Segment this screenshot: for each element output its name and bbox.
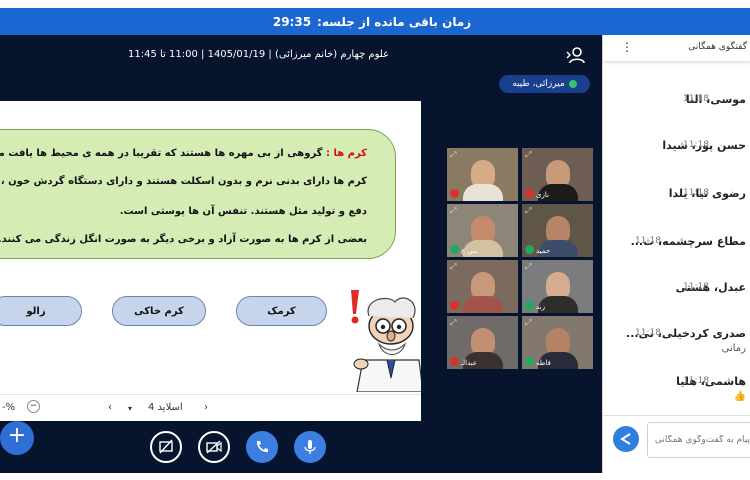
slide-number[interactable]: اسلاید 4 — [148, 402, 183, 413]
slide-navigation-bar: -% − ‹ ▾ اسلاید 4 › — [0, 394, 421, 421]
timer-label: زمان باقی مانده از جلسه: — [317, 14, 472, 29]
send-icon — [620, 433, 631, 445]
app-root: زمان باقی مانده از جلسه: 29:35 علوم چهار… — [0, 0, 750, 480]
definition-bubble: کرم ها : گروهی از بی مهره ها هستند که تق… — [0, 129, 396, 259]
participant-mic-icon — [525, 245, 534, 254]
actions-plus-button[interactable]: + — [0, 421, 34, 455]
participant-name: حمید — [536, 247, 551, 255]
participant-mic-icon — [450, 245, 459, 254]
participant-mic-icon — [525, 357, 534, 366]
top-margin — [0, 0, 750, 8]
participant-name: زند — [536, 303, 546, 311]
chat-message-time: 11:18 — [683, 188, 709, 198]
audio-phone-button[interactable] — [246, 431, 278, 463]
chat-message-time: 11:18 — [683, 94, 709, 104]
next-slide-button[interactable]: ‹ — [108, 402, 112, 413]
presentation-slide: کرم ها : گروهی از بی مهره ها هستند که تق… — [0, 101, 421, 394]
participant-tile[interactable]: ⤢ بتی ع — [447, 204, 518, 257]
participant-name: نازی — [536, 191, 549, 199]
slide-select-chevron-icon[interactable]: ▾ — [128, 404, 132, 413]
camera-off-button[interactable] — [198, 431, 230, 463]
phone-icon — [256, 441, 268, 453]
bottom-margin — [0, 473, 750, 480]
chat-message-time: 11:18 — [683, 282, 709, 292]
mic-active-icon — [568, 80, 577, 88]
microphone-icon — [304, 440, 316, 454]
chat-header: ⋮ گفتگوی همگانی — [603, 35, 750, 61]
public-chat-panel: ⋮ گفتگوی همگانی موسی، النا 11:18 حسن پور، … — [602, 35, 750, 473]
participant-body — [463, 296, 503, 313]
expand-icon[interactable]: ⤢ — [450, 206, 456, 216]
participant-mic-icon — [525, 189, 534, 198]
active-speaker-badge: میرزائی، طیبه — [499, 75, 590, 93]
chat-title: گفتگوی همگانی — [688, 42, 747, 52]
chat-message-time: 11:18 — [635, 236, 661, 246]
chip-pinworm: کرمک — [236, 296, 327, 326]
chat-options-kebab-icon[interactable]: ⋮ — [621, 40, 633, 54]
chat-compose — [603, 415, 750, 463]
participant-mic-icon — [450, 189, 459, 198]
microphone-button[interactable] — [294, 431, 326, 463]
participant-mic-icon — [525, 301, 534, 310]
bubble-line-4: بعضی از کرم ها به صورت آزاد و برخی دیگر … — [0, 234, 367, 245]
expand-icon[interactable]: ⤢ — [450, 150, 456, 160]
meeting-area: علوم چهارم (خانم میرزائی) | 1405/01/19 |… — [0, 35, 602, 473]
bubble-line-1: کرم ها : گروهی از بی مهره ها هستند که تق… — [0, 148, 367, 159]
chat-message-text: 👍 — [733, 391, 746, 402]
participant-name: فاطه — [536, 359, 551, 367]
participant-tile[interactable]: ⤢ عبدالـ — [447, 316, 518, 369]
chat-message-input[interactable] — [647, 422, 750, 458]
participant-mic-icon — [450, 357, 459, 366]
participant-tile[interactable]: ⤢ زند — [522, 260, 593, 313]
participant-tile[interactable]: ⤢ نازی — [522, 148, 593, 201]
send-message-button[interactable] — [613, 426, 639, 452]
keyword-worms: کرم ها : — [325, 148, 367, 159]
chat-message-time: 11:18 — [683, 376, 709, 386]
expand-icon[interactable]: ⤢ — [525, 206, 531, 216]
chip-leech: زالو — [0, 296, 82, 326]
expand-icon[interactable]: ⤢ — [525, 150, 531, 160]
participant-tile[interactable]: ⤢ فاطه — [522, 316, 593, 369]
professor-illustration — [351, 290, 421, 392]
participant-video-grid: ⤢ نازی ⤢ ⤢ حمید ⤢ بتی ع ⤢ زند ⤢ ⤢ فاطه ⤢ عبدالـ — [447, 148, 593, 370]
zoom-out-button[interactable]: − — [27, 400, 40, 413]
participant-tile[interactable]: ⤢ حمید — [522, 204, 593, 257]
bubble-line-3: دفع و تولید مثل هستند. تنفس آن ها پوستی … — [119, 206, 367, 217]
participant-name: عبدالـ — [461, 359, 478, 367]
timer-value: 29:35 — [272, 14, 312, 29]
bubble-line-2: کرم ها دارای بدنی نرم و بدون اسکلت هستند… — [0, 176, 367, 187]
session-title: علوم چهارم (خانم میرزائی) | 1405/01/19 |… — [128, 49, 390, 60]
zoom-level: -% — [2, 402, 16, 413]
expand-icon[interactable]: ⤢ — [525, 262, 531, 272]
participant-tile[interactable]: ⤢ — [447, 260, 518, 313]
previous-slide-button[interactable]: › — [204, 402, 208, 413]
session-timer-bar: زمان باقی مانده از جلسه: 29:35 — [0, 8, 750, 35]
users-icon[interactable] — [566, 46, 586, 64]
expand-icon[interactable]: ⤢ — [450, 262, 456, 272]
active-speaker-name: میرزائی، طیبه — [512, 79, 565, 89]
screen-share-off-button[interactable] — [150, 431, 182, 463]
expand-icon[interactable]: ⤢ — [450, 318, 456, 328]
bubble-line-1-text: گروهی از بی مهره ها هستند که تقریبا در ه… — [0, 148, 323, 159]
meeting-controls: + — [0, 421, 602, 473]
screen-share-off-icon — [159, 439, 173, 454]
participant-tile[interactable]: ⤢ — [447, 148, 518, 201]
participant-name: بتی ع — [461, 247, 478, 255]
expand-icon[interactable]: ⤢ — [525, 318, 531, 328]
chat-message-time: 11:18 — [683, 140, 709, 150]
participant-body — [463, 184, 503, 201]
chat-message-text: رمانی — [721, 343, 746, 354]
participant-mic-icon — [450, 301, 459, 310]
chat-message-time: 11:18 — [635, 328, 661, 338]
camera-off-icon — [206, 440, 222, 454]
chip-earthworm: کرم خاکی — [112, 296, 206, 326]
